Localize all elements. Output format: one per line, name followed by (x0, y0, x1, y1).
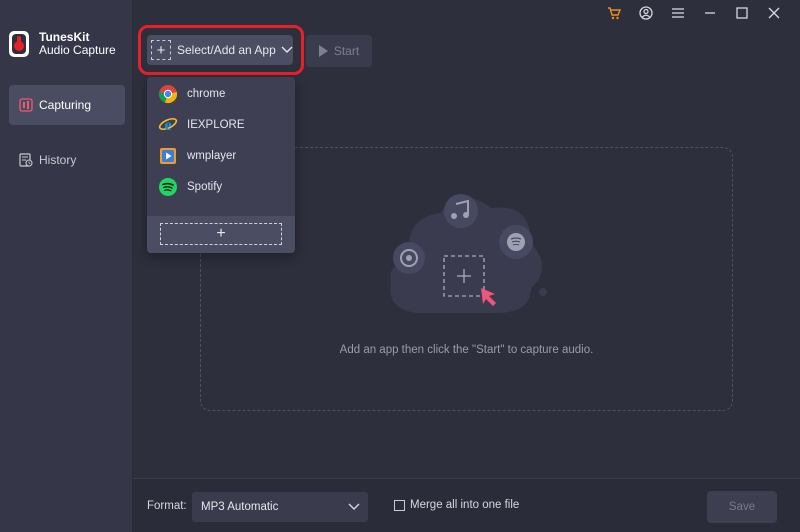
add-app-illustration (390, 194, 547, 313)
save-button[interactable]: Save (707, 491, 777, 523)
spotify-faint-icon (507, 233, 525, 251)
brand-logo-icon (8, 30, 30, 58)
cart-icon[interactable] (598, 4, 630, 22)
dropdown-item-label: chrome (187, 87, 226, 100)
windows-media-player-icon (160, 147, 176, 164)
start-label: Start (333, 44, 360, 58)
dropdown-footer: + (147, 216, 295, 253)
format-value: MP3 Automatic (201, 501, 279, 513)
dropdown-item-label: Spotify (187, 180, 223, 193)
format-label: Format: (147, 500, 187, 512)
plus-icon: + (151, 40, 171, 60)
brand-name: TunesKit Audio Capture (39, 31, 116, 57)
app-window: TunesKit Audio Capture Capturing History… (0, 0, 800, 532)
bottom-bar: Format: MP3 Automatic Merge all into one… (133, 478, 800, 532)
internet-explorer-icon: e (158, 117, 178, 134)
select-add-app-button[interactable]: + Select/Add an App (147, 35, 293, 65)
dropdown-item-label: wmplayer (187, 149, 237, 162)
merge-checkbox[interactable]: Merge all into one file (394, 499, 519, 511)
sidebar-item-label: Capturing (39, 98, 92, 112)
window-controls (598, 4, 790, 22)
dropdown-item-spotify[interactable]: Spotify (147, 171, 295, 202)
dropdown-item-wmplayer[interactable]: wmplayer (147, 140, 295, 171)
sidebar-item-history[interactable]: History (9, 140, 125, 180)
dropdown-item-iexplore[interactable]: e IEXPLORE (147, 109, 295, 140)
account-icon[interactable] (630, 4, 662, 22)
brand: TunesKit Audio Capture (8, 30, 116, 58)
sidebar-item-capturing[interactable]: Capturing (9, 85, 125, 125)
brand-line2: Audio Capture (39, 43, 116, 57)
chrome-icon (158, 84, 178, 103)
chevron-down-icon (281, 46, 293, 53)
format-select[interactable]: MP3 Automatic (192, 492, 368, 522)
dropdown-item-chrome[interactable]: chrome (147, 78, 295, 109)
drop-hint-text: Add an app then click the "Start" to cap… (339, 344, 594, 356)
sidebar: TunesKit Audio Capture Capturing History (0, 0, 133, 532)
checkbox-box[interactable] (394, 499, 405, 511)
capture-icon (19, 98, 33, 112)
close-icon[interactable] (758, 4, 790, 22)
add-app-button[interactable]: + (160, 223, 282, 245)
play-icon (318, 45, 328, 57)
start-button[interactable]: Start (306, 35, 372, 67)
minimize-icon[interactable] (694, 4, 726, 22)
chevron-down-icon (348, 503, 360, 510)
maximize-icon[interactable] (726, 4, 758, 22)
svg-text:e: e (164, 117, 171, 134)
app-dropdown-menu: chrome e IEXPLORE wmplayer Spotify + (147, 77, 295, 253)
sidebar-item-label: History (39, 153, 77, 167)
merge-label: Merge all into one file (410, 499, 520, 511)
dropdown-item-label: IEXPLORE (187, 118, 245, 131)
menu-icon[interactable] (662, 4, 694, 22)
spotify-icon (159, 177, 177, 196)
select-add-app-label: Select/Add an App (177, 43, 276, 57)
history-icon (19, 153, 33, 167)
